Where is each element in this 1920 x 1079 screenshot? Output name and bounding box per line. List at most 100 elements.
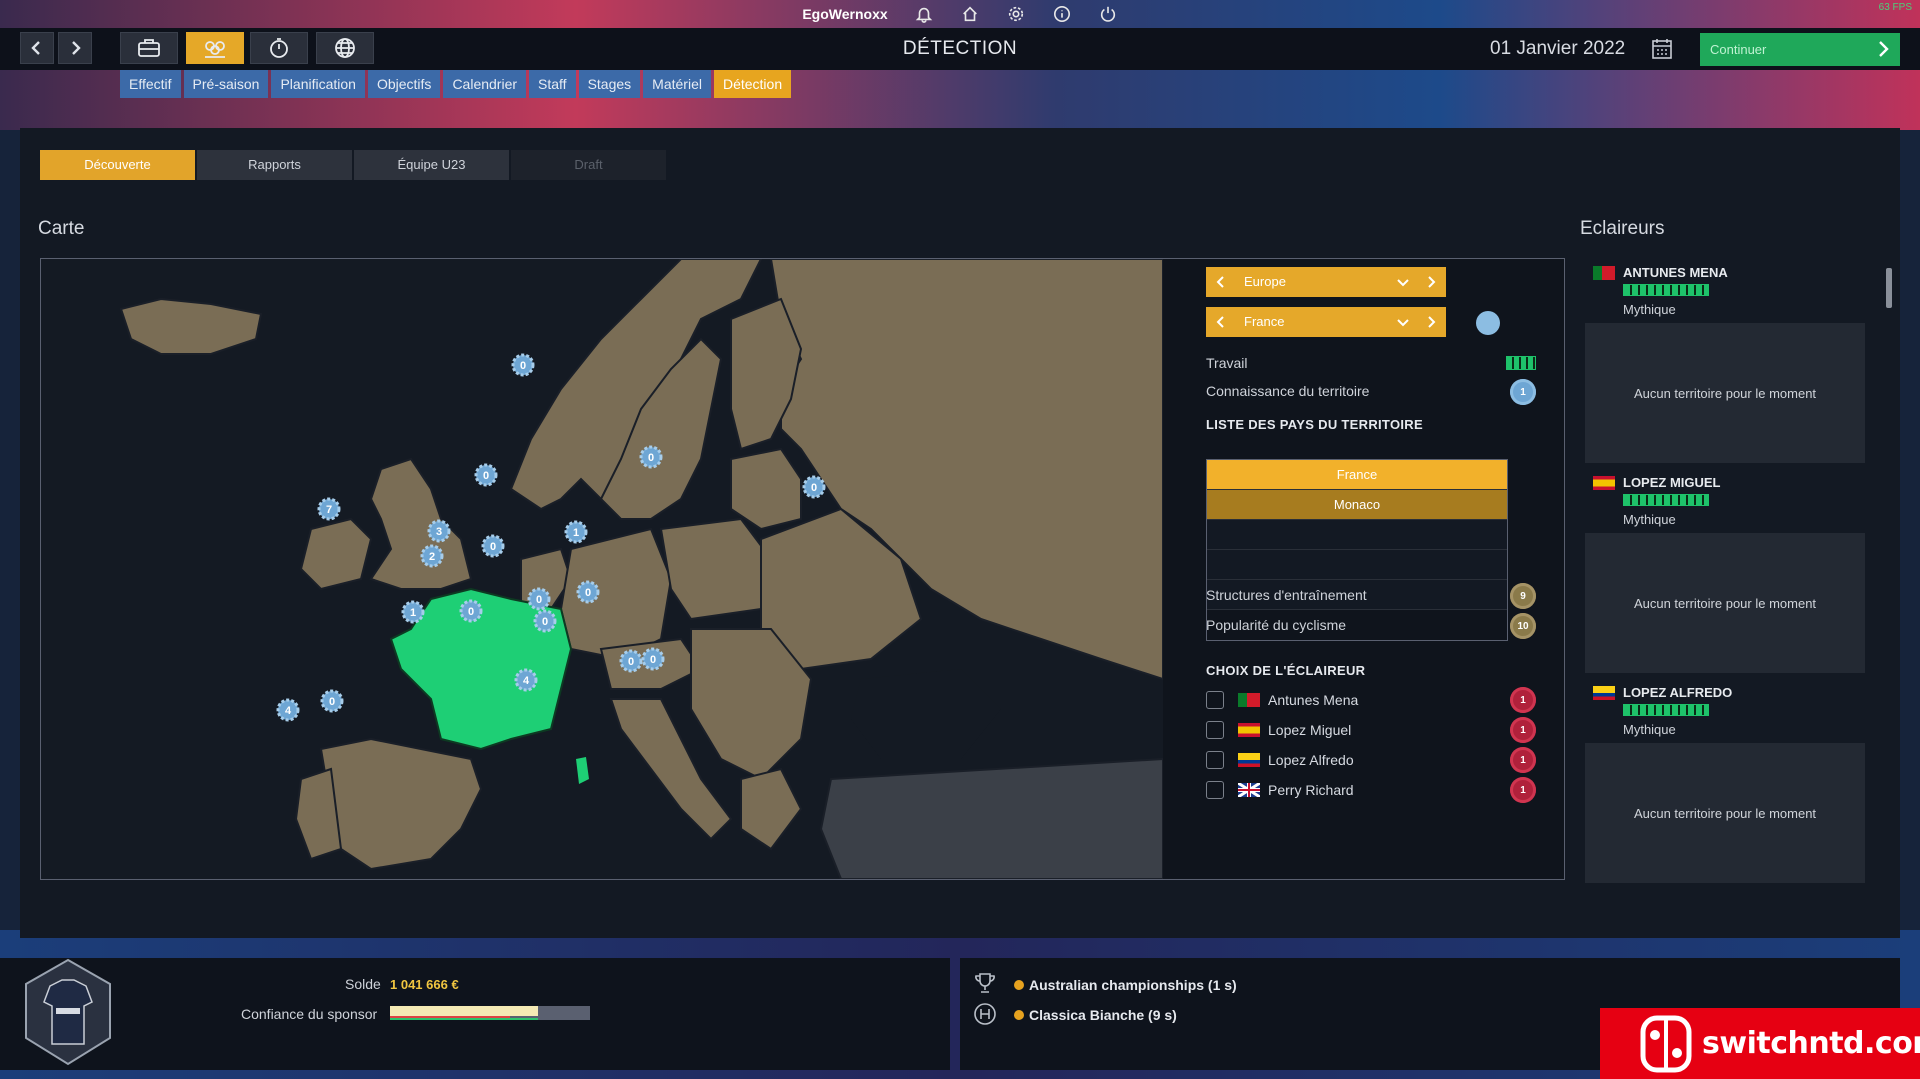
scout-card-level: Mythique: [1623, 512, 1676, 527]
race-icon: [972, 1001, 998, 1027]
country-row-empty: [1207, 520, 1507, 550]
team-jersey-icon[interactable]: [22, 958, 114, 1068]
territory-gear-icon: [1476, 311, 1500, 335]
chevron-right-icon[interactable]: [1424, 315, 1438, 329]
back-button[interactable]: [20, 32, 54, 64]
tab-effectif[interactable]: Effectif: [120, 70, 181, 98]
mode-stopwatch-button[interactable]: [250, 32, 308, 64]
scrollbar-thumb[interactable]: [1886, 268, 1892, 308]
scouts-scrollbar[interactable]: [1884, 258, 1892, 883]
map-marker[interactable]: 0: [511, 353, 535, 377]
map-marker[interactable]: 0: [802, 475, 826, 499]
scout-card-level: Mythique: [1623, 722, 1676, 737]
solde-value: 1 041 666 €: [390, 977, 459, 992]
scout-choice-row[interactable]: Perry Richard 1: [1206, 777, 1546, 803]
map-marker[interactable]: 0: [641, 647, 665, 671]
map-marker[interactable]: 4: [514, 668, 538, 692]
scout-checkbox[interactable]: [1206, 781, 1224, 799]
chevron-down-icon[interactable]: [1396, 275, 1410, 289]
tab-planification[interactable]: Planification: [271, 70, 365, 98]
map-marker[interactable]: 0: [459, 599, 483, 623]
map-marker[interactable]: 0: [576, 580, 600, 604]
segment-equipe-u23[interactable]: Équipe U23: [354, 150, 509, 180]
tab-stages[interactable]: Stages: [578, 70, 641, 98]
username: EgoWernoxx: [802, 6, 888, 22]
race-name[interactable]: Classica Bianche (9 s): [1029, 1007, 1177, 1023]
tab-pre-saison[interactable]: Pré-saison: [183, 70, 269, 98]
europe-map[interactable]: 0000730121000004040: [41, 259, 1163, 879]
segment-rapports[interactable]: Rapports: [197, 150, 352, 180]
scout-card-bar: [1623, 494, 1709, 506]
map-marker-label: 0: [648, 452, 654, 464]
portugal-flag-icon: [1238, 693, 1260, 707]
watermark: switchntd.com: [1600, 1008, 1920, 1079]
country-row[interactable]: France: [1207, 460, 1507, 490]
scout-name: Perry Richard: [1268, 782, 1354, 798]
home-icon[interactable]: [960, 4, 980, 24]
info-icon[interactable]: [1052, 4, 1072, 24]
tab-staff[interactable]: Staff: [529, 70, 576, 98]
map-marker[interactable]: 3: [427, 519, 451, 543]
map-marker-label: 2: [429, 551, 435, 563]
segment-decouverte[interactable]: Découverte: [40, 150, 195, 180]
chevron-left-icon[interactable]: [1214, 275, 1228, 289]
continue-button[interactable]: Continuer: [1700, 33, 1900, 66]
tab-materiel[interactable]: Matériel: [643, 70, 711, 98]
fps-counter: 63 FPS: [1878, 2, 1912, 13]
uk-flag-icon: [1237, 781, 1261, 799]
scout-card-level: Mythique: [1623, 302, 1676, 317]
tab-objectifs[interactable]: Objectifs: [367, 70, 441, 98]
map-marker-label: 0: [520, 360, 526, 372]
segment-tabs: Découverte Rapports Équipe U23 Draft: [40, 150, 666, 180]
scout-badge: 1: [1510, 687, 1536, 713]
mode-team-button[interactable]: [186, 32, 244, 64]
structures-row: Structures d'entraînement 9: [1206, 583, 1546, 609]
chevron-left-icon[interactable]: [1214, 315, 1228, 329]
map-marker[interactable]: 0: [474, 463, 498, 487]
chevron-right-icon[interactable]: [1424, 275, 1438, 289]
race-name[interactable]: Australian championships (1 s): [1029, 977, 1237, 993]
region-dropdown[interactable]: Europe: [1206, 267, 1446, 297]
map-marker[interactable]: 4: [276, 698, 300, 722]
map-marker[interactable]: 1: [564, 520, 588, 544]
country-value: France: [1244, 314, 1285, 329]
popularite-badge: 10: [1510, 613, 1536, 639]
scout-card-name: LOPEZ MIGUEL: [1623, 475, 1721, 490]
country-dropdown[interactable]: France: [1206, 307, 1446, 337]
map-marker[interactable]: 0: [481, 534, 505, 558]
mode-globe-button[interactable]: [316, 32, 374, 64]
map-marker[interactable]: 2: [420, 544, 444, 568]
tab-detection[interactable]: Détection: [713, 70, 792, 98]
map-marker[interactable]: 0: [320, 689, 344, 713]
map-marker[interactable]: 0: [533, 609, 557, 633]
map-marker[interactable]: 0: [639, 445, 663, 469]
power-icon[interactable]: [1098, 4, 1118, 24]
map-marker[interactable]: 1: [401, 600, 425, 624]
bell-icon[interactable]: [914, 4, 934, 24]
scout-badge: 1: [1510, 777, 1536, 803]
settings-icon[interactable]: [1006, 4, 1026, 24]
scout-choice-row[interactable]: Antunes Mena 1: [1206, 687, 1546, 713]
scout-checkbox[interactable]: [1206, 721, 1224, 739]
tab-calendrier[interactable]: Calendrier: [443, 70, 527, 98]
trophy-icon: [972, 970, 998, 996]
scout-choice-row[interactable]: Lopez Alfredo 1: [1206, 747, 1546, 773]
map-marker[interactable]: 0: [527, 587, 551, 611]
calendar-icon[interactable]: [1650, 37, 1674, 61]
map-marker[interactable]: 0: [619, 649, 643, 673]
scout-checkbox[interactable]: [1206, 691, 1224, 709]
scout-name: Lopez Miguel: [1268, 722, 1352, 738]
forward-button[interactable]: [58, 32, 92, 64]
scout-checkbox[interactable]: [1206, 751, 1224, 769]
sub-navigation: Effectif Pré-saison Planification Object…: [120, 70, 792, 98]
country-row[interactable]: Monaco: [1207, 490, 1507, 520]
structures-badge: 9: [1510, 583, 1536, 609]
scout-choice-row[interactable]: Lopez Miguel 1: [1206, 717, 1546, 743]
map-marker[interactable]: 7: [317, 497, 341, 521]
sponsor-confidence-fill: [390, 1006, 538, 1016]
map-marker-label: 0: [490, 541, 496, 553]
chevron-down-icon[interactable]: [1396, 315, 1410, 329]
map-marker-label: 0: [468, 606, 474, 618]
mode-briefcase-button[interactable]: [120, 32, 178, 64]
team-icon: [205, 41, 225, 58]
